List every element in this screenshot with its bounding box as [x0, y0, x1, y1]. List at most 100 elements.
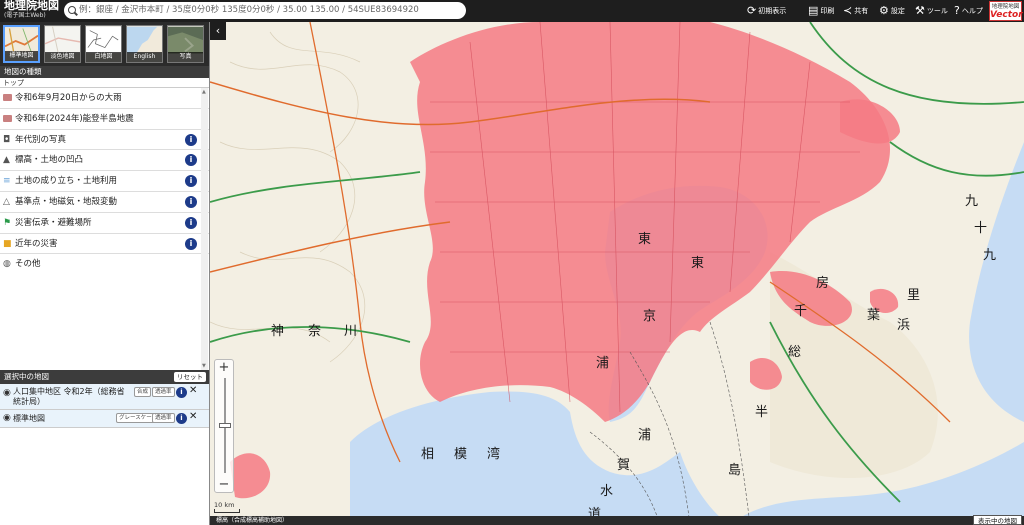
vector-badge-bottom: Vector [990, 10, 1023, 20]
eye-icon[interactable]: ◉ [3, 413, 11, 423]
eye-icon[interactable]: ◉ [3, 388, 11, 398]
list-item-land-use[interactable]: ≡ 土地の成り立ち・土地利用 i [0, 171, 209, 192]
help-button[interactable]: ? ヘルプ [954, 3, 983, 19]
search-input[interactable]: 例：銀座 / 金沢市本町 / 35度0分0秒 135度0分0秒 / 35.00 … [64, 2, 466, 19]
map-label: 半 [755, 405, 769, 420]
map-label: 千 [794, 304, 808, 319]
map-label: 房 [816, 276, 830, 291]
top-bar: 地理院地図 (電子国土Web) 例：銀座 / 金沢市本町 / 35度0分0秒 1… [0, 0, 1024, 22]
collapse-sidebar-button[interactable]: ‹ [210, 22, 226, 40]
displayed-maps-button[interactable]: 表示中の地図 [973, 515, 1022, 525]
basemap-photo-preview [168, 26, 203, 54]
map-label: 島 [728, 463, 742, 478]
blend-button[interactable]: 合成 [134, 387, 152, 397]
reset-button[interactable]: リセット [174, 372, 206, 382]
app-title: 地理院地図 [4, 0, 59, 12]
breadcrumb[interactable]: トップ [0, 78, 209, 88]
landuse-icon: ≡ [3, 176, 11, 187]
settings-button[interactable]: ⚙ 設定 [879, 3, 905, 19]
zoom-control: + − [214, 359, 234, 493]
folder-icon [3, 114, 12, 122]
list-item-heavy-rain[interactable]: 令和6年9月20日からの大雨 [0, 88, 209, 109]
map-label: 十 [974, 221, 988, 236]
info-icon[interactable]: i [185, 154, 197, 167]
basemap-standard-label: 標準地図 [5, 51, 38, 61]
zoom-slider-handle[interactable] [219, 423, 231, 428]
map-label: 奈 [308, 324, 322, 339]
scrollbar[interactable]: ▲ ▼ [201, 88, 208, 370]
mountain-icon: ▲ [3, 155, 10, 166]
tools-button[interactable]: ⚒ ツール [915, 3, 948, 19]
selected-maps-header: 選択中の地図 リセット [0, 370, 209, 384]
map-label: 浦 [596, 356, 610, 371]
tools-label: ツール [926, 7, 948, 15]
basemap-photo-label: 写真 [168, 52, 203, 62]
list-item-noto-earthquake[interactable]: 令和6年(2024年)能登半島地震 [0, 109, 209, 130]
reset-view-label: 初期表示 [758, 7, 787, 15]
zoom-in-button[interactable]: + [215, 360, 233, 375]
share-button[interactable]: ≺ 共有 [843, 3, 868, 19]
folder-icon [3, 94, 12, 101]
center-info[interactable]: 標高（合成標高補助地図） [216, 516, 288, 525]
list-item-recent-disasters[interactable]: ■ 近年の災害 i [0, 234, 209, 255]
list-item-other[interactable]: ◍ その他 [0, 254, 209, 275]
scale-label: 10 km [214, 501, 235, 509]
evacuation-icon: ⚑ [3, 217, 12, 228]
basemap-photo[interactable]: 写真 [167, 25, 204, 63]
list-item-label: 基準点・地磁気・地殻変動 [15, 196, 118, 207]
info-icon[interactable]: i [185, 133, 197, 146]
bottom-bar [210, 516, 1024, 525]
basemap-standard[interactable]: 標準地図 [3, 25, 40, 63]
basemap-pale-preview [45, 26, 80, 54]
selected-maps-title: 選択中の地図 [4, 372, 49, 381]
zoom-out-button[interactable]: − [215, 477, 233, 492]
info-icon[interactable]: i [185, 216, 197, 229]
opacity-button[interactable]: 透過率 [152, 413, 175, 423]
map-label: 九 [965, 194, 979, 209]
info-icon[interactable]: i [176, 413, 187, 424]
print-button[interactable]: ▤ 印刷 [808, 3, 834, 19]
info-icon[interactable]: i [185, 195, 197, 208]
search-placeholder: 例：銀座 / 金沢市本町 / 35度0分0秒 135度0分0秒 / 35.00 … [79, 5, 419, 15]
basemap-english-preview [127, 26, 162, 54]
list-item-elevation[interactable]: ▲ 標高・土地の凹凸 i [0, 150, 209, 172]
map-label: 浜 [897, 318, 911, 333]
scroll-up-icon[interactable]: ▲ [202, 89, 206, 95]
print-label: 印刷 [820, 7, 835, 15]
map-label: 東 [638, 232, 652, 247]
reset-view-button[interactable]: ⟳ 初期表示 [747, 3, 786, 19]
info-icon[interactable]: i [176, 387, 187, 398]
help-icon: ? [954, 4, 960, 17]
vector-badge[interactable]: 地理院地図 Vector [989, 1, 1023, 21]
search-icon [68, 6, 76, 14]
basemap-blank[interactable]: 白地図 [85, 25, 122, 63]
map-label: 東 [691, 256, 705, 271]
info-icon[interactable]: i [185, 175, 197, 188]
list-item-label: 令和6年9月20日からの大雨 [15, 93, 122, 103]
selected-layer-did[interactable]: ◉ 人口集中地区 令和2年（総務省統計局） 合成 透過率 i ✕ [0, 384, 209, 410]
list-item-photos-by-era[interactable]: ◘ 年代別の写真 i [0, 130, 209, 151]
list-item-disaster-lore[interactable]: ⚑ 災害伝承・避難場所 i [0, 213, 209, 234]
list-item-label: 年代別の写真 [15, 134, 67, 145]
info-icon[interactable]: i [185, 237, 197, 250]
basemap-pale[interactable]: 淡色地図 [44, 25, 81, 63]
map-canvas[interactable]: 神 奈 川 相 模 湾 東 東 京 千 葉 浦 浦 賀 水 道 房 総 半 島 … [210, 22, 1024, 525]
map-label: 模 [454, 447, 468, 462]
tool-icon: ⚒ [915, 4, 925, 17]
opacity-button[interactable]: 透過率 [152, 387, 175, 397]
map-label: 相 [421, 447, 435, 462]
list-item-control-points[interactable]: △ 基準点・地磁気・地殻変動 i [0, 192, 209, 213]
scroll-down-icon[interactable]: ▼ [202, 363, 206, 369]
close-icon[interactable]: ✕ [189, 385, 197, 396]
map-label: 浦 [638, 428, 652, 443]
settings-label: 設定 [890, 7, 905, 15]
selected-layer-standard[interactable]: ◉ 標準地図 グレースケール 透過率 i ✕ [0, 410, 209, 428]
globe-icon: ◍ [3, 259, 11, 270]
basemap-blank-preview [86, 26, 121, 54]
close-icon[interactable]: ✕ [189, 411, 197, 422]
basemap-english[interactable]: English [126, 25, 163, 63]
map-image [210, 22, 1024, 525]
app-logo[interactable]: 地理院地図 (電子国土Web) [4, 0, 59, 21]
camera-icon: ◘ [3, 134, 11, 145]
map-label: 神 [271, 324, 285, 339]
